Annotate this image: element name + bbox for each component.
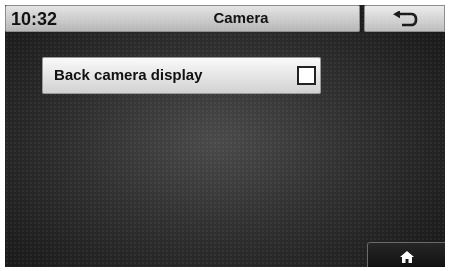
page-title: Camera [213, 10, 269, 27]
home-button[interactable] [367, 242, 445, 267]
back-button[interactable] [364, 5, 445, 32]
back-arrow-icon [393, 11, 418, 27]
title-bar: 10:32 Camera [5, 5, 360, 32]
clock: 10:32 [11, 9, 58, 29]
home-icon [400, 251, 414, 263]
back-camera-display-option[interactable]: Back camera display [42, 57, 321, 94]
camera-settings-screen: 10:32 Camera Back camera display [5, 5, 445, 267]
back-camera-display-checkbox[interactable] [297, 66, 316, 85]
option-label: Back camera display [54, 67, 203, 84]
header-bar: 10:32 Camera [5, 5, 445, 32]
